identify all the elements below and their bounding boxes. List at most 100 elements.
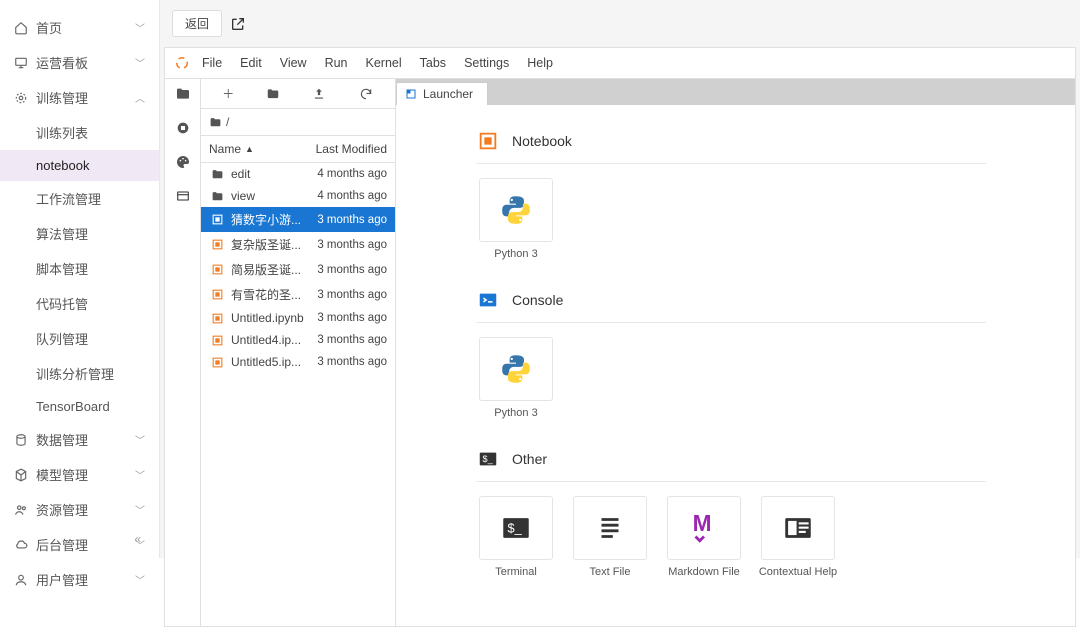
notebook-icon [209, 263, 225, 276]
sidebar-item[interactable]: 用户管理﹀ [0, 562, 159, 597]
collapse-sidebar-icon[interactable]: « [134, 532, 141, 546]
sidebar-item[interactable]: 数据管理﹀ [0, 422, 159, 457]
menu-file[interactable]: File [193, 50, 231, 76]
card-label: Markdown File [668, 566, 740, 578]
palette-icon[interactable] [174, 153, 192, 171]
new-folder-icon[interactable] [266, 87, 284, 101]
menu-tabs[interactable]: Tabs [411, 50, 455, 76]
file-name: 有雪花的圣... [231, 286, 317, 303]
sidebar-sub-item[interactable]: 代码托管 [0, 286, 159, 321]
sidebar-item[interactable]: 训练管理︿ [0, 80, 159, 115]
card-label: Contextual Help [759, 566, 837, 578]
running-icon[interactable] [174, 119, 192, 137]
launcher-card[interactable]: Python 3 [476, 178, 556, 260]
tabs-icon[interactable] [174, 187, 192, 205]
data-icon [14, 433, 28, 447]
console-icon [476, 288, 500, 312]
file-row[interactable]: Untitled4.ip...3 months ago [201, 329, 395, 351]
notebook-frame: FileEditViewRunKernelTabsSettingsHelp ＋ [164, 47, 1076, 627]
file-row[interactable]: 有雪花的圣...3 months ago [201, 282, 395, 307]
file-row[interactable]: view4 months ago [201, 185, 395, 207]
file-name: Untitled5.ip... [231, 355, 317, 369]
sidebar-sub-item[interactable]: 算法管理 [0, 216, 159, 251]
folder-path: / [226, 115, 229, 129]
file-row[interactable]: Untitled5.ip...3 months ago [201, 351, 395, 373]
file-name: edit [231, 167, 317, 181]
new-launcher-icon[interactable]: ＋ [219, 85, 237, 102]
python-icon [479, 178, 553, 242]
launcher-card[interactable]: Text File [570, 496, 650, 578]
menu-edit[interactable]: Edit [231, 50, 271, 76]
file-row[interactable]: 简易版圣诞...3 months ago [201, 257, 395, 282]
upload-icon[interactable] [312, 87, 330, 101]
sidebar-sub-item[interactable]: 工作流管理 [0, 181, 159, 216]
file-row[interactable]: Untitled.ipynb3 months ago [201, 307, 395, 329]
sidebar-item-label: 资源管理 [36, 500, 135, 519]
file-modified: 3 months ago [317, 264, 387, 276]
sidebar-sub-item[interactable]: notebook [0, 150, 159, 181]
file-browser-toolbar: ＋ [201, 79, 395, 109]
sidebar-item[interactable]: 运营看板﹀ [0, 45, 159, 80]
monitor-icon [14, 56, 28, 70]
textfile-icon [573, 496, 647, 560]
menu-view[interactable]: View [271, 50, 316, 76]
folder-icon [209, 168, 225, 181]
section-title: Console [512, 292, 563, 308]
main-panel: 返回 FileEditViewRunKernelTabsSettingsHelp [160, 0, 1080, 558]
tab-launcher[interactable]: Launcher [396, 82, 488, 105]
file-modified: 3 months ago [317, 214, 387, 226]
launcher-section: $_ Other $_ Terminal Text File M Markdown File… [476, 447, 1055, 578]
launcher-card[interactable]: Python 3 [476, 337, 556, 419]
launcher-tab-label: Launcher [423, 87, 473, 101]
section-title: Other [512, 451, 547, 467]
breadcrumb[interactable]: / [201, 109, 395, 136]
svg-text:$_: $_ [508, 520, 523, 535]
sidebar-sub-item[interactable]: 队列管理 [0, 321, 159, 356]
svg-text:M: M [693, 511, 712, 536]
launcher-card[interactable]: Contextual Help [758, 496, 838, 578]
chevron-down-icon: ﹀ [135, 572, 145, 587]
file-modified: 3 months ago [317, 356, 387, 368]
notebook-icon [209, 213, 225, 226]
sidebar-item[interactable]: 资源管理﹀ [0, 492, 159, 527]
file-row[interactable]: 猜数字小游...3 months ago [201, 207, 395, 232]
sidebar-item[interactable]: 首页﹀ [0, 10, 159, 45]
sidebar-item-label: 用户管理 [36, 570, 135, 589]
column-name[interactable]: Name ▲ [209, 142, 316, 156]
menu-help[interactable]: Help [518, 50, 562, 76]
sidebar-item-label: 运营看板 [36, 53, 135, 72]
file-row[interactable]: edit4 months ago [201, 163, 395, 185]
sidebar-item-label: 首页 [36, 18, 135, 37]
cloud-icon [14, 538, 28, 552]
notebook-icon [209, 356, 225, 369]
sidebar-sub-item[interactable]: TensorBoard [0, 391, 159, 422]
launcher-card[interactable]: $_ Terminal [476, 496, 556, 578]
people-icon [14, 503, 28, 517]
sidebar-item[interactable]: 模型管理﹀ [0, 457, 159, 492]
sidebar-sub-item[interactable]: 训练列表 [0, 115, 159, 150]
top-toolbar: 返回 [160, 0, 1080, 47]
sidebar-sub-item[interactable]: 脚本管理 [0, 251, 159, 286]
launcher-card[interactable]: M Markdown File [664, 496, 744, 578]
column-modified[interactable]: Last Modified [316, 142, 387, 156]
card-label: Terminal [495, 566, 537, 578]
file-modified: 3 months ago [317, 239, 387, 251]
terminal-icon: $_ [479, 496, 553, 560]
chevron-down-icon: ﹀ [135, 432, 145, 447]
file-row[interactable]: 复杂版圣诞...3 months ago [201, 232, 395, 257]
notebook-icon [209, 238, 225, 251]
back-button[interactable]: 返回 [172, 10, 222, 37]
terminal-icon: $_ [476, 447, 500, 471]
chevron-up-icon: ︿ [135, 90, 145, 105]
sidebar-sub-item[interactable]: 训练分析管理 [0, 356, 159, 391]
refresh-icon[interactable] [359, 87, 377, 101]
folder-icon[interactable] [174, 85, 192, 103]
card-label: Python 3 [494, 248, 537, 260]
sidebar-item-label: 后台管理 [36, 535, 135, 554]
file-modified: 3 months ago [317, 312, 387, 324]
menu-settings[interactable]: Settings [455, 50, 518, 76]
open-external-icon[interactable] [230, 16, 246, 32]
help-icon [761, 496, 835, 560]
menu-run[interactable]: Run [316, 50, 357, 76]
menu-kernel[interactable]: Kernel [357, 50, 411, 76]
